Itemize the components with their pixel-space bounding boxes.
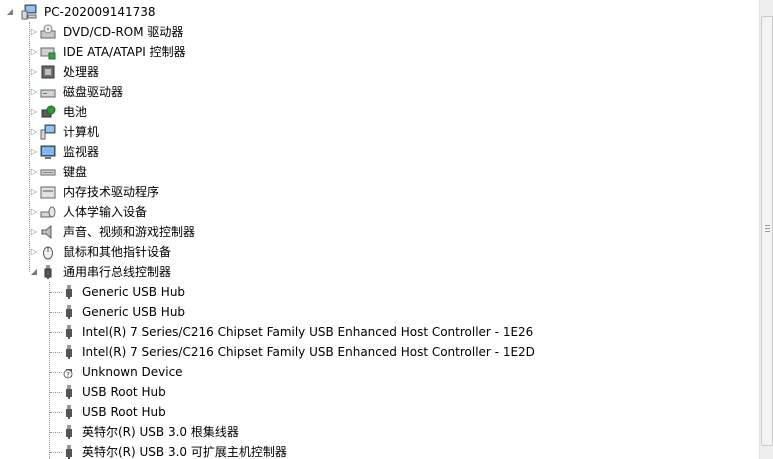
usb-device-item[interactable]: Generic USB Hub <box>0 302 760 322</box>
category-label: IDE ATA/ATAPI 控制器 <box>63 45 186 59</box>
expand-arrow-icon[interactable]: ▷ <box>29 146 39 158</box>
hid-icon <box>40 206 56 218</box>
category-monitor[interactable]: ▷ 监视器 <box>0 142 760 162</box>
device-label: Intel(R) 7 Series/C216 Chipset Family US… <box>82 345 535 359</box>
category-hid[interactable]: ▷ 人体学输入设备 <box>0 202 760 222</box>
usb-plug-icon <box>66 305 72 319</box>
category-mouse[interactable]: ▷ 鼠标和其他指针设备 <box>0 242 760 262</box>
mouse-icon <box>43 246 53 260</box>
device-label: USB Root Hub <box>82 385 166 399</box>
computer-icon <box>40 124 56 140</box>
expand-arrow-icon[interactable]: ▷ <box>29 86 39 98</box>
computer-name: PC-202009141738 <box>44 5 156 19</box>
disk-drive-icon <box>40 89 56 98</box>
usb-device-item[interactable]: Intel(R) 7 Series/C216 Chipset Family US… <box>0 342 760 362</box>
usb-device-item[interactable]: USB Root Hub <box>0 382 760 402</box>
svg-text:?: ? <box>66 371 70 379</box>
category-ide[interactable]: ▷ IDE ATA/ATAPI 控制器 <box>0 42 760 62</box>
battery-icon <box>41 105 56 118</box>
category-label: 计算机 <box>63 125 100 139</box>
expand-arrow-icon[interactable]: ▷ <box>29 206 39 218</box>
expand-arrow-icon[interactable]: ▷ <box>29 246 39 258</box>
device-label: 英特尔(R) USB 3.0 根集线器 <box>82 425 239 439</box>
usb-device-item[interactable]: Generic USB Hub <box>0 282 760 302</box>
device-label: 英特尔(R) USB 3.0 可扩展主机控制器 <box>82 445 287 459</box>
expand-arrow-icon[interactable]: ▷ <box>29 126 39 138</box>
usb-device-item[interactable]: 英特尔(R) USB 3.0 根集线器 <box>0 422 760 442</box>
vertical-scrollbar[interactable] <box>759 0 773 459</box>
usb-plug-icon <box>66 405 72 419</box>
expand-arrow-icon[interactable]: ▷ <box>29 226 39 238</box>
usb-plug-icon <box>66 385 72 399</box>
category-disk[interactable]: ▷ 磁盘驱动器 <box>0 82 760 102</box>
computer-icon <box>21 4 37 20</box>
usb-plug-icon <box>66 285 72 299</box>
device-tree[interactable]: ◢ PC-202009141738 ▷ DVD/CD-ROM 驱动器 ▷ IDE… <box>0 0 760 459</box>
category-computer[interactable]: ▷ 计算机 <box>0 122 760 142</box>
device-label: Unknown Device <box>82 365 183 379</box>
usb-device-item[interactable]: USB Root Hub <box>0 402 760 422</box>
category-label: 声音、视频和游戏控制器 <box>63 225 196 239</box>
expand-arrow-icon[interactable]: ▷ <box>29 106 39 118</box>
category-dvd[interactable]: ▷ DVD/CD-ROM 驱动器 <box>0 22 760 42</box>
category-keyboard[interactable]: ▷ 键盘 <box>0 162 760 182</box>
usb-device-item[interactable]: ? Unknown Device <box>0 362 760 382</box>
category-label: 监视器 <box>63 145 100 159</box>
usb-plug-icon <box>66 325 72 339</box>
category-memory-tech[interactable]: ▷ 内存技术驱动程序 <box>0 182 760 202</box>
category-sound[interactable]: ▷ 声音、视频和游戏控制器 <box>0 222 760 242</box>
usb-plug-icon <box>66 445 72 459</box>
category-label: 鼠标和其他指针设备 <box>63 245 172 259</box>
tree-root[interactable]: ◢ PC-202009141738 <box>0 2 760 22</box>
expand-arrow-icon[interactable]: ▷ <box>29 46 39 58</box>
device-label: USB Root Hub <box>82 405 166 419</box>
speaker-icon <box>41 224 52 240</box>
processor-icon <box>41 65 55 79</box>
ide-controller-icon <box>40 47 56 60</box>
scrollbar-thumb[interactable] <box>761 16 773 446</box>
device-label: Generic USB Hub <box>82 305 186 319</box>
usb-device-item[interactable]: 英特尔(R) USB 3.0 可扩展主机控制器 <box>0 442 760 459</box>
category-label: 处理器 <box>63 65 100 79</box>
dvd-drive-icon <box>40 24 56 39</box>
category-processor[interactable]: ▷ 处理器 <box>0 62 760 82</box>
collapse-arrow-icon[interactable]: ◢ <box>5 6 15 18</box>
category-battery[interactable]: ▷ 电池 <box>0 102 760 122</box>
memory-tech-icon <box>40 186 56 199</box>
category-label: 电池 <box>63 105 88 119</box>
expand-arrow-icon[interactable]: ▷ <box>29 66 39 78</box>
expand-arrow-icon[interactable]: ▷ <box>29 186 39 198</box>
unknown-device-icon: ? <box>63 369 73 379</box>
category-label: 人体学输入设备 <box>63 205 148 219</box>
category-usb[interactable]: ◢ 通用串行总线控制器 <box>0 262 760 282</box>
collapse-arrow-icon[interactable]: ◢ <box>29 266 39 278</box>
device-label: Intel(R) 7 Series/C216 Chipset Family US… <box>82 325 534 339</box>
expand-arrow-icon[interactable]: ▷ <box>29 166 39 178</box>
category-label: 内存技术驱动程序 <box>63 185 160 199</box>
category-label: 键盘 <box>63 165 88 179</box>
usb-icon <box>44 265 52 279</box>
device-label: Generic USB Hub <box>82 285 186 299</box>
keyboard-icon <box>40 169 56 176</box>
category-label: 磁盘驱动器 <box>63 85 124 99</box>
category-label: 通用串行总线控制器 <box>63 265 172 279</box>
usb-plug-icon <box>66 345 72 359</box>
usb-device-item[interactable]: Intel(R) 7 Series/C216 Chipset Family US… <box>0 322 760 342</box>
usb-plug-icon <box>66 425 72 439</box>
expand-arrow-icon[interactable]: ▷ <box>29 26 39 38</box>
monitor-icon <box>40 145 56 159</box>
category-label: DVD/CD-ROM 驱动器 <box>63 25 184 39</box>
